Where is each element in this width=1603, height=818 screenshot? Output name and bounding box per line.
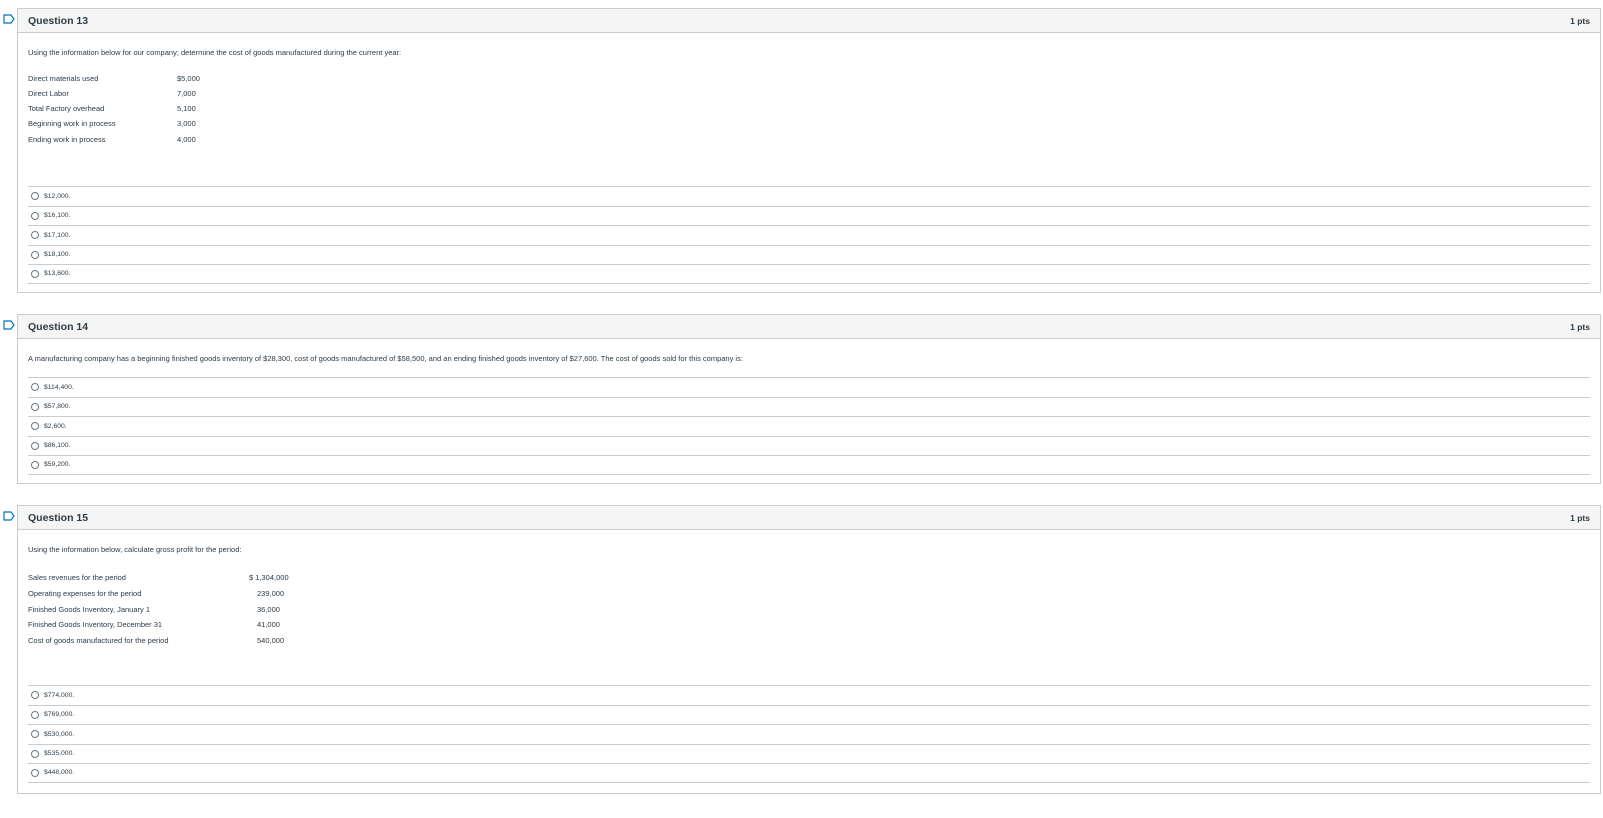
radio-button[interactable] bbox=[31, 422, 39, 431]
question-body: Using the information below for our comp… bbox=[18, 33, 1600, 293]
answer-label: $12,000. bbox=[44, 192, 71, 200]
question-title: Question 15 bbox=[28, 511, 89, 524]
data-label: Total Factory overhead bbox=[28, 104, 105, 113]
question-points: 1 pts bbox=[1570, 15, 1590, 26]
radio-button[interactable] bbox=[31, 441, 39, 450]
answer-option[interactable]: $530,000. bbox=[28, 724, 1590, 744]
answer-label: $774,000. bbox=[44, 691, 75, 699]
data-value: 239,000 bbox=[257, 589, 285, 598]
answer-label: $16,100. bbox=[44, 212, 71, 220]
question-14: Question 14 1 pts A manufacturing compan… bbox=[17, 314, 1601, 484]
data-label: Ending work in process bbox=[28, 135, 106, 144]
answer-label: $57,800. bbox=[44, 403, 71, 411]
answer-option[interactable]: $17,100. bbox=[28, 225, 1590, 245]
flag-question-13-icon[interactable] bbox=[3, 14, 15, 24]
question-body: A manufacturing company has a beginning … bbox=[18, 339, 1600, 484]
data-value: 5,100 bbox=[177, 104, 196, 113]
answer-option[interactable]: $86,100. bbox=[28, 435, 1590, 456]
data-value: 4,000 bbox=[177, 135, 196, 144]
answer-label: $114,400. bbox=[44, 383, 74, 391]
radio-button[interactable] bbox=[31, 231, 39, 240]
answer-option[interactable]: $12,000. bbox=[28, 186, 1590, 206]
answer-option[interactable]: $13,600. bbox=[28, 264, 1590, 284]
answer-label: $13,600. bbox=[44, 270, 71, 278]
answer-list: $12,000. $16,100. $17,100. $18,100. $13,… bbox=[28, 186, 1590, 284]
question-header: Question 13 1 pts bbox=[18, 9, 1600, 33]
answer-label: $59,200. bbox=[44, 461, 71, 469]
answer-label: $2,600. bbox=[44, 422, 67, 430]
data-value: 7,000 bbox=[177, 89, 196, 98]
radio-button[interactable] bbox=[31, 211, 39, 220]
radio-button[interactable] bbox=[31, 749, 39, 758]
data-label: Finished Goods Inventory, December 31 bbox=[28, 620, 163, 629]
answer-list: $114,400. $57,800. $2,600. $86,100. $59,… bbox=[28, 377, 1590, 475]
answer-option[interactable]: $774,000. bbox=[28, 685, 1590, 705]
question-title: Question 14 bbox=[28, 320, 89, 333]
data-value: $ 1,304,000 bbox=[249, 573, 289, 582]
answer-option[interactable]: $448,000. bbox=[28, 763, 1590, 783]
question-header: Question 14 1 pts bbox=[18, 315, 1600, 339]
question-points: 1 pts bbox=[1570, 321, 1590, 332]
data-value: $5,000 bbox=[177, 74, 200, 83]
answer-label: $530,000. bbox=[44, 730, 75, 738]
answer-label: $17,100. bbox=[44, 231, 71, 239]
data-value: 3,000 bbox=[177, 119, 196, 128]
flag-question-15-icon[interactable] bbox=[3, 511, 15, 521]
answer-label: $18,100. bbox=[44, 251, 71, 259]
question-text: A manufacturing company has a beginning … bbox=[28, 354, 743, 363]
data-label: Beginning work in process bbox=[28, 119, 116, 128]
question-header: Question 15 1 pts bbox=[18, 506, 1600, 530]
answer-option[interactable]: $57,800. bbox=[28, 396, 1590, 417]
data-label: Cost of goods manufactured for the perio… bbox=[28, 636, 169, 645]
question-13: Question 13 1 pts Using the information … bbox=[17, 8, 1601, 293]
radio-button[interactable] bbox=[31, 192, 39, 201]
answer-option[interactable]: $769,000. bbox=[28, 704, 1590, 725]
radio-button[interactable] bbox=[31, 460, 39, 469]
radio-button[interactable] bbox=[31, 730, 39, 739]
question-points: 1 pts bbox=[1570, 512, 1590, 523]
data-value: 540,000 bbox=[257, 636, 285, 645]
answer-option[interactable]: $2,600. bbox=[28, 416, 1590, 436]
data-label: Direct materials used bbox=[28, 74, 99, 83]
answer-label: $535,000. bbox=[44, 750, 75, 758]
answer-option[interactable]: $535,000. bbox=[28, 743, 1590, 764]
question-15: Question 15 1 pts Using the information … bbox=[17, 505, 1601, 794]
question-title: Question 13 bbox=[28, 14, 89, 27]
radio-button[interactable] bbox=[31, 250, 39, 259]
answer-label: $769,000. bbox=[44, 711, 75, 719]
radio-button[interactable] bbox=[31, 402, 39, 411]
question-text: Using the information below, calculate g… bbox=[28, 545, 242, 554]
radio-button[interactable] bbox=[31, 269, 39, 278]
data-value: 41,000 bbox=[257, 620, 280, 629]
question-text: Using the information below for our comp… bbox=[28, 48, 402, 57]
radio-button[interactable] bbox=[31, 710, 39, 719]
radio-button[interactable] bbox=[31, 691, 39, 700]
answer-option[interactable]: $59,200. bbox=[28, 455, 1590, 475]
answer-option[interactable]: $114,400. bbox=[28, 377, 1590, 397]
answer-label: $448,000. bbox=[44, 769, 75, 777]
answer-option[interactable]: $18,100. bbox=[28, 244, 1590, 265]
answer-option[interactable]: $16,100. bbox=[28, 205, 1590, 226]
answer-list: $774,000. $769,000. $530,000. $535,000. … bbox=[28, 685, 1590, 783]
question-body: Using the information below, calculate g… bbox=[18, 530, 1600, 794]
data-value: 36,000 bbox=[257, 605, 280, 614]
radio-button[interactable] bbox=[31, 383, 39, 392]
answer-label: $86,100. bbox=[44, 442, 71, 450]
data-label: Operating expenses for the period bbox=[28, 589, 142, 598]
data-label: Direct Labor bbox=[28, 89, 69, 98]
data-label: Finished Goods Inventory, January 1 bbox=[28, 605, 151, 614]
radio-button[interactable] bbox=[31, 768, 39, 777]
data-label: Sales revenues for the period bbox=[28, 573, 126, 582]
flag-question-14-icon[interactable] bbox=[3, 320, 15, 330]
